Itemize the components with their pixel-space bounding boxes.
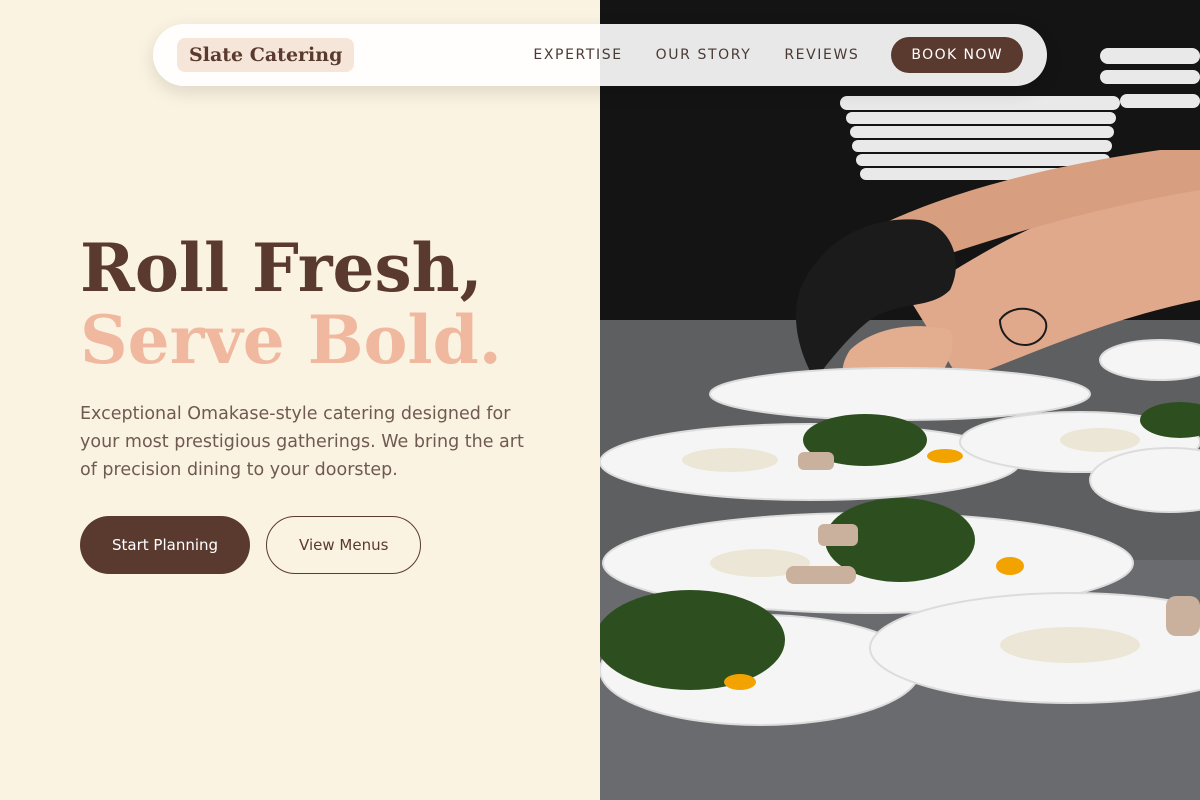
nav-links: EXPERTISE OUR STORY REVIEWS BOOK NOW [533, 37, 1023, 73]
book-now-button[interactable]: BOOK NOW [891, 37, 1023, 73]
nav-bar: Slate Catering EXPERTISE OUR STORY REVIE… [153, 24, 1047, 86]
view-menus-button[interactable]: View Menus [266, 516, 422, 574]
hero-description: Exceptional Omakase-style catering desig… [80, 404, 524, 480]
photo-illustration [600, 0, 1200, 800]
start-planning-button[interactable]: Start Planning [80, 516, 251, 574]
nav-link-expertise[interactable]: EXPERTISE [533, 47, 622, 63]
chef-plating-photo [600, 0, 1200, 800]
hero-buttons: Start Planning View Menus [80, 516, 560, 574]
hero-panel: Roll Fresh, Serve Bold. Exceptional Omak… [0, 0, 600, 800]
hero-title-line2: Serve Bold. [80, 301, 502, 379]
nav-link-reviews[interactable]: REVIEWS [784, 47, 859, 63]
hero: Roll Fresh, Serve Bold. Exceptional Omak… [80, 232, 560, 574]
nav-link-our-story[interactable]: OUR STORY [656, 47, 752, 63]
logo[interactable]: Slate Catering [177, 38, 355, 72]
hero-title-line1: Roll Fresh, [80, 229, 483, 307]
